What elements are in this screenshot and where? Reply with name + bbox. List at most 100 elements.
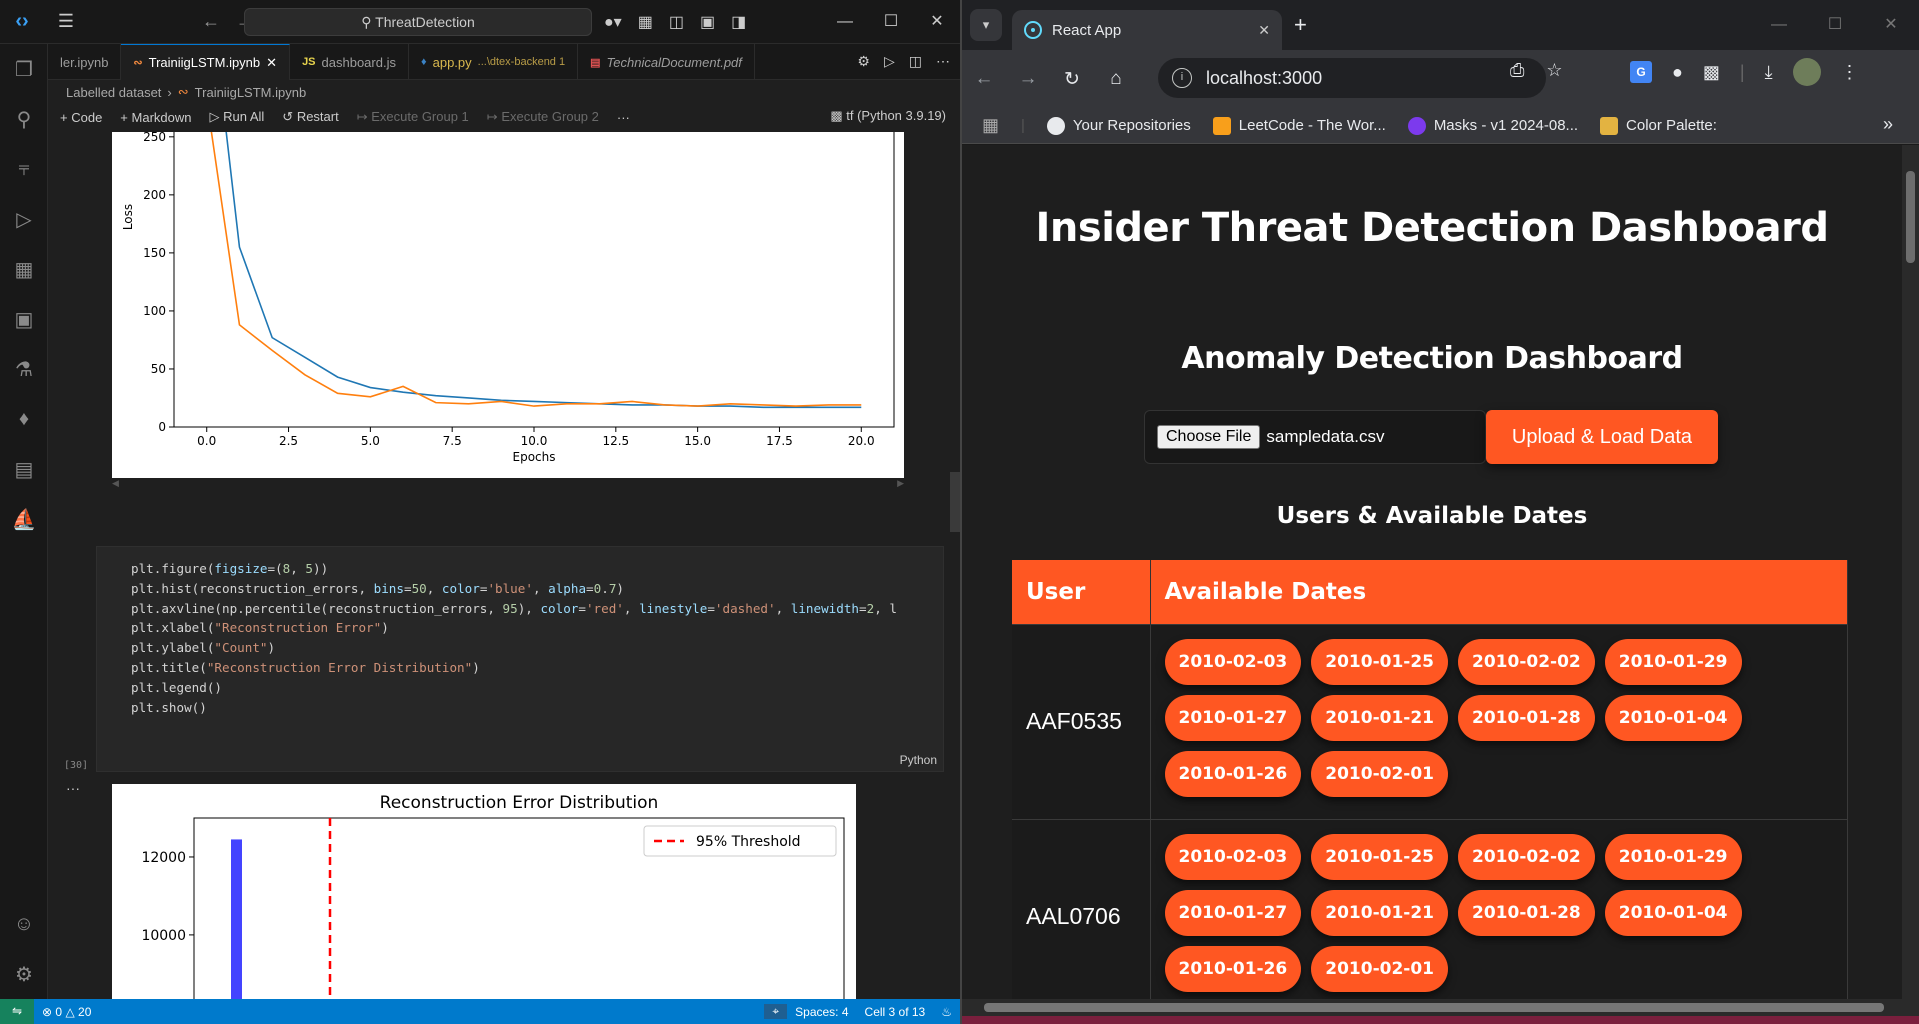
- date-pill-button[interactable]: 2010-01-26: [1164, 750, 1302, 797]
- split-editor-icon[interactable]: ◫: [909, 53, 922, 70]
- remote-icon[interactable]: ⇋: [0, 999, 34, 1024]
- back-icon[interactable]: ←: [962, 68, 1006, 90]
- forward-icon[interactable]: →: [1006, 68, 1050, 90]
- menu-icon[interactable]: ☰: [44, 11, 88, 32]
- date-pill-button[interactable]: 2010-01-04: [1604, 889, 1742, 936]
- tab-dashboard-js[interactable]: JS dashboard.js: [290, 44, 409, 80]
- install-app-icon[interactable]: ⎙: [1510, 60, 1524, 81]
- date-pill-button[interactable]: 2010-01-25: [1311, 833, 1448, 880]
- toggle-primary-sidebar-icon[interactable]: ◫: [669, 12, 684, 32]
- testing-icon[interactable]: ⚗: [0, 344, 48, 394]
- tab-close-icon[interactable]: ✕: [266, 55, 277, 71]
- execute-group-2-button[interactable]: ↦ Execute Group 2: [487, 109, 599, 125]
- browser-tab-react-app[interactable]: React App ✕: [1012, 10, 1282, 50]
- output-horizontal-scrollbar[interactable]: ◀ ▶: [112, 478, 904, 492]
- bookmark-masks[interactable]: Masks - v1 2024-08...: [1407, 116, 1578, 135]
- upload-load-button[interactable]: Upload & Load Data: [1486, 410, 1718, 464]
- page-vertical-scrollbar[interactable]: [1902, 145, 1919, 999]
- account-icon[interactable]: ☺: [0, 899, 48, 949]
- run-all-button[interactable]: ▷ Run All: [209, 109, 264, 125]
- zoom-icon[interactable]: ⌖: [764, 1004, 788, 1019]
- date-pill-button[interactable]: 2010-01-25: [1311, 638, 1448, 685]
- more-actions-icon[interactable]: ⋯: [936, 53, 950, 70]
- run-icon[interactable]: ▷: [884, 53, 895, 70]
- bookmark-star-icon[interactable]: ☆: [1546, 60, 1562, 81]
- kernel-picker[interactable]: ▩ tf (Python 3.9.19): [830, 108, 946, 124]
- date-pill-button[interactable]: 2010-02-02: [1458, 833, 1595, 880]
- toggle-secondary-sidebar-icon[interactable]: ◨: [731, 12, 746, 32]
- file-input[interactable]: Choose File sampledata.csv: [1144, 410, 1486, 464]
- bookmarks-overflow-icon[interactable]: »: [1883, 114, 1893, 135]
- remote-explorer-icon[interactable]: ▣: [0, 294, 48, 344]
- close-icon[interactable]: ✕: [1863, 0, 1919, 50]
- date-pill-button[interactable]: 2010-01-28: [1458, 694, 1595, 741]
- back-arrow-icon[interactable]: ←: [194, 11, 228, 32]
- date-pill-button[interactable]: 2010-01-26: [1164, 945, 1302, 992]
- output-more-icon[interactable]: ···: [66, 780, 80, 796]
- toggle-panel-icon[interactable]: ▣: [700, 12, 715, 32]
- date-pill-button[interactable]: 2010-01-21: [1311, 889, 1448, 936]
- code-editor[interactable]: plt.figure(figsize=(8, 5)) plt.hist(recon…: [131, 559, 897, 717]
- run-debug-icon[interactable]: ▷: [0, 194, 48, 244]
- date-pill-button[interactable]: 2010-01-21: [1311, 694, 1448, 741]
- site-info-icon[interactable]: i: [1172, 68, 1192, 88]
- date-pill-button[interactable]: 2010-01-27: [1164, 694, 1302, 741]
- add-code-cell-button[interactable]: + Code: [60, 110, 102, 125]
- date-pill-button[interactable]: 2010-02-01: [1311, 945, 1448, 992]
- choose-file-button[interactable]: Choose File: [1157, 425, 1261, 449]
- bookmark-leetcode[interactable]: LeetCode - The Wor...: [1212, 116, 1386, 135]
- layout-customize-icon[interactable]: ▦: [638, 12, 653, 32]
- tab-technical-document[interactable]: ▤ TechnicalDocument.pdf: [578, 44, 755, 80]
- notebook-vertical-scrollbar[interactable]: [950, 132, 960, 999]
- execute-group-1-button[interactable]: ↦ Execute Group 1: [357, 109, 469, 125]
- explorer-icon[interactable]: ❐: [0, 44, 48, 94]
- home-icon[interactable]: ⌂: [1094, 68, 1138, 90]
- reload-icon[interactable]: ↻: [1050, 68, 1094, 91]
- date-pill-button[interactable]: 2010-02-03: [1164, 833, 1302, 880]
- google-translate-icon[interactable]: G: [1630, 61, 1652, 83]
- scroll-right-icon[interactable]: ▶: [897, 478, 904, 489]
- apps-grid-icon[interactable]: ▦: [982, 115, 999, 136]
- tab-app-py[interactable]: ♦ app.py ...\dtex-backend 1: [409, 44, 579, 80]
- python-icon[interactable]: ♦: [0, 394, 48, 444]
- scrollbar-thumb[interactable]: [984, 1003, 1884, 1012]
- bookmark-color-palette[interactable]: Color Palette:: [1600, 116, 1717, 135]
- add-markdown-cell-button[interactable]: + Markdown: [120, 110, 191, 125]
- address-bar[interactable]: i localhost:3000: [1158, 58, 1546, 98]
- maximize-icon[interactable]: ☐: [1807, 0, 1863, 50]
- breadcrumb-file[interactable]: TrainiigLSTM.ipynb: [195, 85, 307, 100]
- minimize-icon[interactable]: —: [1751, 0, 1807, 50]
- gear-icon[interactable]: ⚙: [0, 949, 48, 999]
- docker-icon[interactable]: ⛵: [0, 494, 48, 544]
- tab-ler-ipynb[interactable]: ler.ipynb: [48, 44, 122, 80]
- notifications-bell-icon[interactable]: ♨: [933, 1005, 960, 1019]
- tab-search-icon[interactable]: ▾: [970, 9, 1002, 41]
- tab-trainiiglstm[interactable]: ∾ TrainiigLSTM.ipynb ✕: [121, 44, 291, 80]
- restart-button[interactable]: ↺ Restart: [282, 109, 338, 125]
- date-pill-button[interactable]: 2010-01-04: [1604, 694, 1742, 741]
- minimize-icon[interactable]: —: [822, 0, 868, 44]
- problems-indicator[interactable]: ⊗ 0 △ 20: [34, 1005, 99, 1019]
- notebook-icon[interactable]: ▤: [0, 444, 48, 494]
- extensions-puzzle-icon[interactable]: ▩: [1703, 62, 1720, 83]
- close-icon[interactable]: ✕: [914, 0, 960, 44]
- chrome-menu-icon[interactable]: ⋮: [1841, 62, 1859, 83]
- settings-gear-icon[interactable]: ⚙: [857, 53, 870, 70]
- search-activity-icon[interactable]: ⚲: [0, 94, 48, 144]
- date-pill-button[interactable]: 2010-02-03: [1164, 638, 1302, 685]
- bookmark-your-repositories[interactable]: Your Repositories: [1046, 116, 1191, 135]
- extensions-icon[interactable]: ▦: [0, 244, 48, 294]
- scrollbar-thumb[interactable]: [1906, 171, 1915, 263]
- source-control-icon[interactable]: ⫧: [0, 144, 48, 194]
- breadcrumb-folder[interactable]: Labelled dataset: [66, 85, 161, 100]
- date-pill-button[interactable]: 2010-02-02: [1458, 638, 1595, 685]
- command-center-search[interactable]: ⚲ ThreatDetection: [244, 8, 592, 36]
- toolbar-more-icon[interactable]: ···: [617, 110, 630, 125]
- page-horizontal-scrollbar[interactable]: [962, 999, 1919, 1016]
- new-tab-icon[interactable]: +: [1294, 12, 1307, 38]
- download-icon[interactable]: ⤓: [1765, 62, 1773, 83]
- code-cell[interactable]: plt.figure(figsize=(8, 5)) plt.hist(recon…: [96, 546, 944, 772]
- scroll-left-icon[interactable]: ◀: [112, 478, 119, 489]
- cell-language[interactable]: Python: [900, 753, 937, 767]
- indentation-status[interactable]: Spaces: 4: [787, 1005, 856, 1019]
